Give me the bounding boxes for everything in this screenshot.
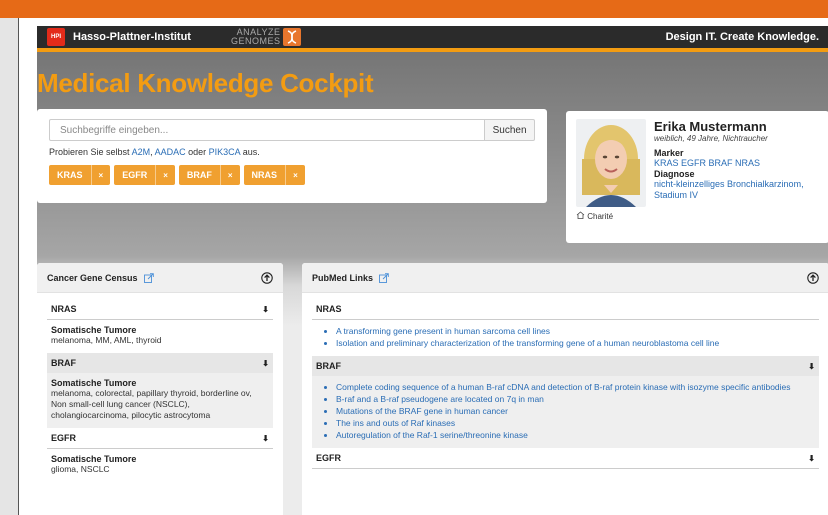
home-icon (576, 211, 585, 219)
search-hint: Probieren Sie selbst A2M, AADAC oder PIK… (49, 147, 260, 157)
marker-value[interactable]: KRAS EGFR BRAF NRAS (654, 158, 819, 169)
remove-chip-nras-icon[interactable]: × (285, 165, 305, 185)
pubmed-list: A transforming gene present in human sar… (312, 320, 819, 356)
chip-label: KRAS (57, 170, 83, 180)
pubmed-link[interactable]: B-raf and a B-raf pseudogene are located… (336, 393, 815, 405)
pubmed-link[interactable]: Complete coding sequence of a human B-ra… (336, 381, 815, 393)
gene-name: BRAF (51, 358, 76, 368)
page-title: Medical Knowledge Cockpit (37, 68, 374, 98)
gene-details: Somatische Tumore melanoma, colorectal, … (47, 373, 273, 428)
search-panel: Suchen Probieren Sie selbst A2M, AADAC o… (37, 109, 547, 203)
gene-details: Somatische Tumore glioma, NSCLC (51, 454, 137, 474)
collapse-up-icon[interactable] (261, 271, 273, 284)
external-link-icon[interactable] (143, 272, 154, 283)
remove-chip-kras-icon[interactable]: × (90, 165, 111, 185)
down-arrow-icon[interactable]: ⬇ (808, 362, 815, 371)
chip-kras[interactable]: KRAS × (49, 165, 111, 185)
hint-link-aadac[interactable]: AADAC (155, 147, 186, 157)
gene-row-egfr[interactable]: EGFR ⬇ (47, 428, 273, 449)
cancer-gene-census-panel: Cancer Gene Census NRAS ⬇ Somatische Tum… (37, 263, 283, 515)
patient-details: weiblich, 49 Jahre, Nichtraucher (654, 134, 768, 143)
top-orange-strip (0, 0, 828, 18)
diagnosis-label: Diagnose (654, 169, 695, 179)
chip-label: NRAS (251, 170, 278, 180)
navbar: HPI Hasso-Plattner-Institut ANALYZE GENO… (37, 26, 828, 52)
institution: Charité (576, 211, 646, 221)
down-arrow-icon[interactable]: ⬇ (262, 434, 269, 443)
panel-title: PubMed Links (312, 272, 374, 283)
marker-label: Marker (654, 148, 684, 158)
pubmed-link[interactable]: Isolation and preliminary characterizati… (336, 337, 815, 349)
search-button[interactable]: Suchen (485, 119, 535, 141)
pubmed-link[interactable]: Autoregulation of the Raf-1 serine/threo… (336, 429, 815, 441)
hpi-logo[interactable]: HPI (47, 28, 65, 46)
hpi-name[interactable]: Hasso-Plattner-Institut (73, 31, 191, 43)
down-arrow-icon[interactable]: ⬇ (262, 359, 269, 368)
pubmed-link[interactable]: The ins and outs of Raf kinases (336, 417, 815, 429)
chip-label: BRAF (186, 170, 212, 180)
pubmed-link[interactable]: Mutations of the BRAF gene in human canc… (336, 405, 815, 417)
gene-name: EGFR (316, 453, 342, 463)
selected-genes: KRAS × EGFR × BRAF × NRAS × (49, 165, 535, 185)
gene-row-braf[interactable]: BRAF ⬇ (47, 353, 273, 373)
screenshot-frame: HPI Hasso-Plattner-Institut ANALYZE GENO… (18, 18, 828, 515)
remove-chip-egfr-icon[interactable]: × (155, 165, 175, 185)
panel-header: PubMed Links (302, 263, 828, 293)
gene-name: NRAS (316, 304, 342, 314)
panel-header: Cancer Gene Census (37, 263, 283, 293)
gene-row-nras[interactable]: NRAS ⬇ (47, 299, 273, 320)
tagline: Design IT. Create Knowledge. (665, 31, 819, 43)
gene-name: NRAS (51, 304, 77, 314)
external-link-icon[interactable] (379, 272, 389, 283)
gene-name: BRAF (316, 361, 341, 371)
pubmed-list: Complete coding sequence of a human B-ra… (312, 376, 819, 448)
down-arrow-icon[interactable]: ⬇ (262, 305, 269, 314)
search-input[interactable] (49, 119, 486, 141)
pubmed-group-egfr[interactable]: EGFR ⬇ (312, 448, 819, 469)
chip-egfr[interactable]: EGFR × (114, 165, 175, 185)
gene-details: Somatische Tumore melanoma, MM, AML, thy… (51, 325, 162, 345)
patient-photo (576, 119, 646, 207)
analyze-genomes-line2: GENOMES (230, 36, 281, 46)
remove-chip-braf-icon[interactable]: × (219, 165, 240, 185)
app-window: HPI Hasso-Plattner-Institut ANALYZE GENO… (37, 26, 828, 515)
patient-name: Erika Mustermann (654, 119, 767, 134)
gene-name: EGFR (51, 433, 77, 443)
analyze-genomes-logo[interactable]: ANALYZE GENOMES (231, 28, 302, 46)
pubmed-link[interactable]: A transforming gene present in human sar… (336, 325, 815, 337)
dna-icon (283, 28, 302, 46)
panel-title: Cancer Gene Census (47, 272, 138, 283)
patient-profile: Charité Erika Mustermann weiblich, 49 Ja… (566, 111, 828, 243)
pubmed-group-braf[interactable]: BRAF ⬇ (312, 356, 819, 376)
hint-link-a2m[interactable]: A2M (132, 147, 151, 157)
chip-braf[interactable]: BRAF × (178, 165, 240, 185)
hint-link-pik3ca[interactable]: PIK3CA (209, 147, 241, 157)
down-arrow-icon[interactable]: ⬇ (808, 454, 815, 463)
chip-nras[interactable]: NRAS × (243, 165, 305, 185)
chip-label: EGFR (122, 170, 148, 180)
collapse-up-icon[interactable] (807, 271, 819, 284)
pubmed-group-nras[interactable]: NRAS (312, 299, 819, 320)
diagnosis-value[interactable]: nicht-kleinzelliges Bronchialkarzinom, S… (654, 179, 819, 201)
pubmed-links-panel: PubMed Links NRAS A transforming gene pr… (302, 263, 828, 515)
